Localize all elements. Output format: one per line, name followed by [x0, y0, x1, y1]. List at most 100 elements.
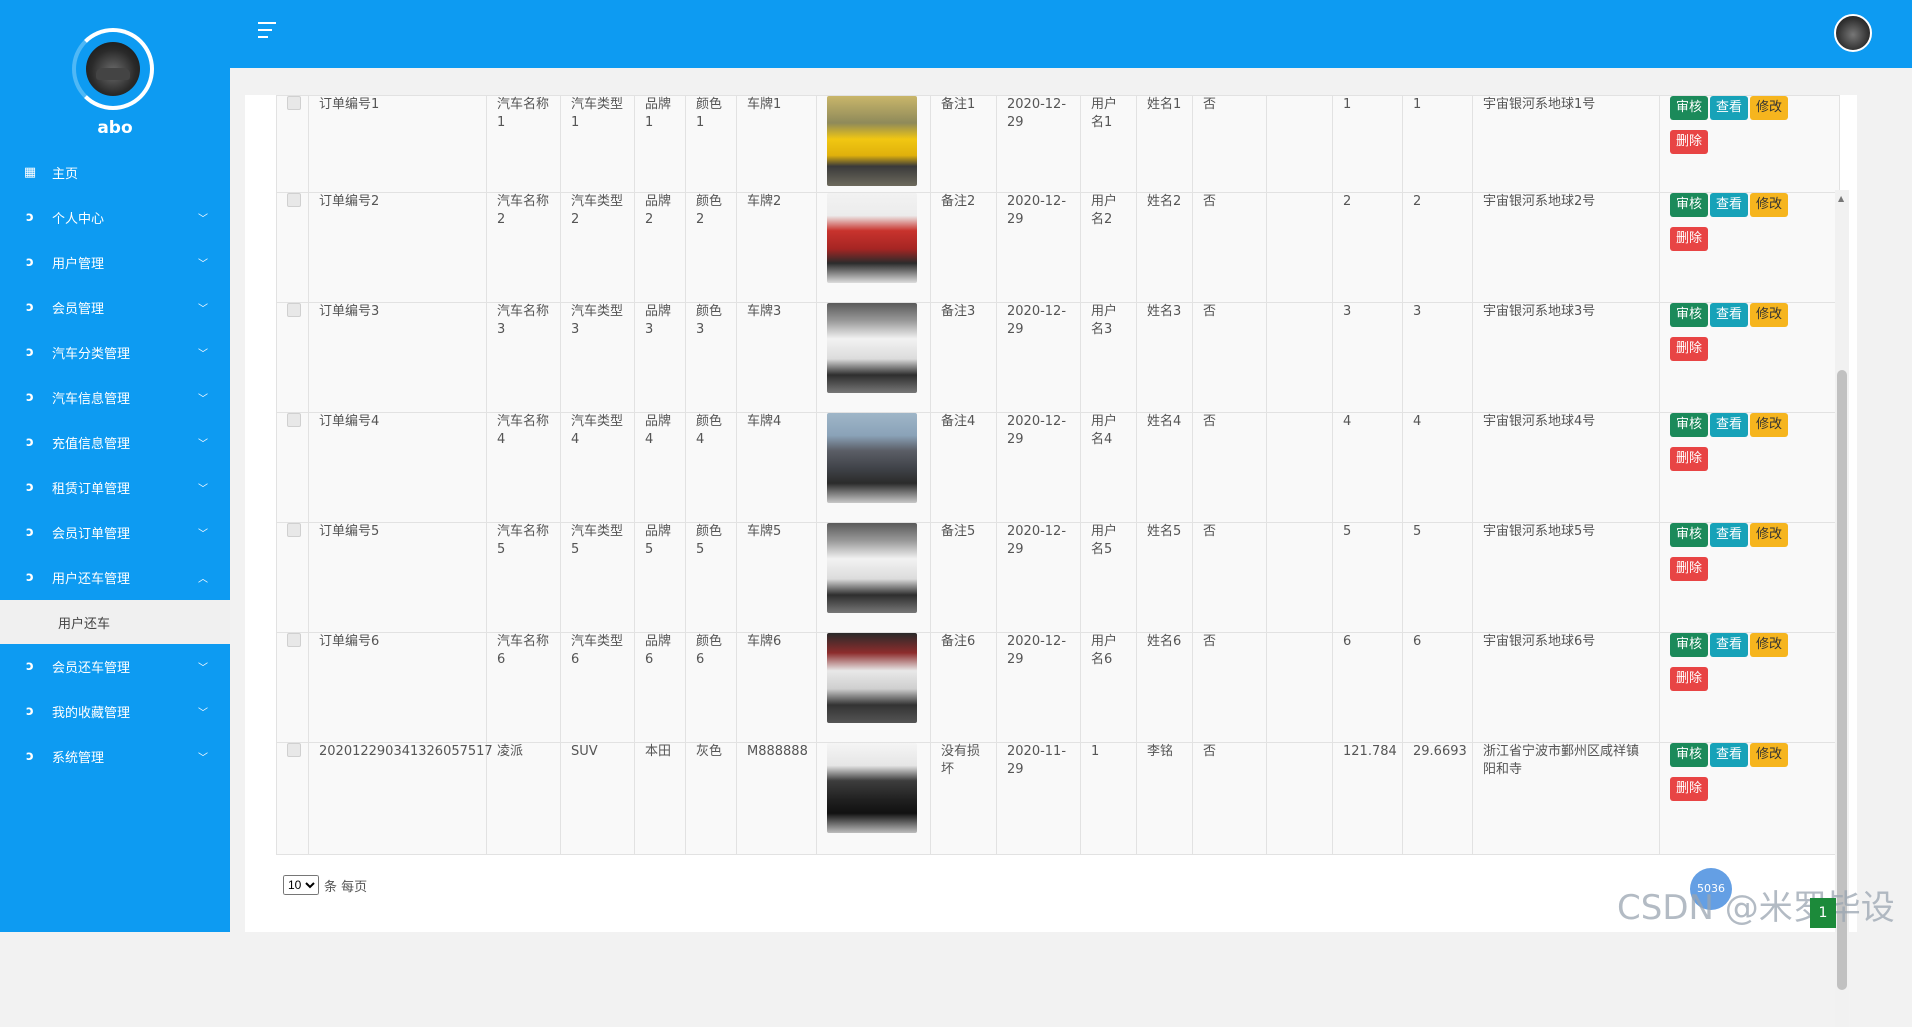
delete-button[interactable]: 删除 [1670, 227, 1709, 251]
car-thumbnail[interactable] [827, 633, 917, 723]
sidebar-item-8[interactable]: ↄ 会员订单管理 ﹀ [0, 510, 230, 555]
car-thumbnail[interactable] [827, 303, 917, 393]
cell-text: 汽车类型6 [571, 634, 624, 667]
cell-text: 备注2 [941, 194, 976, 209]
view-button[interactable]: 查看 [1710, 633, 1749, 657]
cell-brand: 本田 [634, 742, 686, 855]
edit-button[interactable]: 修改 [1750, 633, 1789, 657]
content-panel: 订单编号1 汽车名称1 汽车类型1 品牌1 颜色1 车牌1 备注1 2020-12-29 用户名… [245, 95, 1857, 1027]
row-checkbox[interactable] [287, 523, 301, 537]
audit-button[interactable]: 审核 [1670, 743, 1709, 767]
sidebar-item-4[interactable]: ↄ 汽车分类管理 ﹀ [0, 330, 230, 375]
view-button[interactable]: 查看 [1710, 523, 1749, 547]
sidebar-item-2[interactable]: ↄ 用户管理 ﹀ [0, 240, 230, 285]
actions-cell: 审核 查看 修改删除 [1659, 742, 1840, 855]
menu-toggle-icon[interactable] [258, 22, 278, 40]
audit-button[interactable]: 审核 [1670, 303, 1709, 327]
row-checkbox[interactable] [287, 633, 301, 647]
cell-remark: 备注1 [930, 95, 997, 193]
row-checkbox[interactable] [287, 413, 301, 427]
sidebar-item-3[interactable]: ↄ 会员管理 ﹀ [0, 285, 230, 330]
cell-v2: 2 [1402, 192, 1473, 303]
cell-text: 姓名2 [1147, 194, 1182, 209]
car-thumbnail[interactable] [827, 413, 917, 503]
car-thumbnail[interactable] [827, 523, 917, 613]
row-checkbox[interactable] [287, 96, 301, 110]
row-checkbox[interactable] [287, 193, 301, 207]
cell-order: 202012290341326057517 [308, 742, 493, 855]
delete-button[interactable]: 删除 [1670, 447, 1709, 471]
sidebar-item-5[interactable]: ↄ 汽车信息管理 ﹀ [0, 375, 230, 420]
scroll-up-icon[interactable]: ▲ [1838, 194, 1844, 203]
car-thumbnail[interactable] [827, 193, 917, 283]
cell-addr: 宇宙银河系地球1号 [1472, 95, 1660, 193]
audit-button[interactable]: 审核 [1670, 193, 1709, 217]
audit-button[interactable]: 审核 [1670, 523, 1709, 547]
page-size-select[interactable]: 10 [283, 875, 319, 895]
cell-text: 2020-12-29 [1007, 304, 1067, 337]
sidebar-item-1[interactable]: ↄ 个人中心 ﹀ [0, 195, 230, 240]
cell-text: 5 [1343, 524, 1352, 539]
cell-text: 备注4 [941, 414, 976, 429]
edit-button[interactable]: 修改 [1750, 413, 1789, 437]
view-button[interactable]: 查看 [1710, 193, 1749, 217]
cell-flag: 否 [1192, 412, 1267, 523]
cell-date: 2020-12-29 [996, 522, 1081, 633]
edit-button[interactable]: 修改 [1750, 303, 1789, 327]
sidebar-item-6[interactable]: ↄ 充值信息管理 ﹀ [0, 420, 230, 465]
cell-text: 颜色6 [696, 634, 723, 667]
delete-button[interactable]: 删除 [1670, 557, 1709, 581]
sidebar-item-11[interactable]: ↄ 我的收藏管理 ﹀ [0, 689, 230, 734]
delete-button[interactable]: 删除 [1670, 777, 1709, 801]
cell-v1: 6 [1332, 632, 1403, 743]
sidebar-item-label: 会员订单管理 [52, 527, 131, 542]
cell-text: 备注5 [941, 524, 976, 539]
sidebar-item-0[interactable]: ▦ 主页 [0, 150, 230, 195]
sidebar-item-10[interactable]: ↄ 会员还车管理 ﹀ [0, 644, 230, 689]
cell-addr: 宇宙银河系地球3号 [1472, 302, 1660, 413]
cell-type: SUV [560, 742, 635, 855]
cell-user: 用户名1 [1080, 95, 1137, 193]
view-button[interactable]: 查看 [1710, 743, 1749, 767]
edit-button[interactable]: 修改 [1750, 193, 1789, 217]
row-checkbox[interactable] [287, 743, 301, 757]
view-button[interactable]: 查看 [1710, 96, 1749, 120]
cell-user: 1 [1080, 742, 1137, 855]
sidebar-item-12[interactable]: ↄ 系统管理 ﹀ [0, 734, 230, 779]
row-checkbox[interactable] [287, 303, 301, 317]
edit-button[interactable]: 修改 [1750, 96, 1789, 120]
cell-type: 汽车类型5 [560, 522, 635, 633]
sidebar-item-9[interactable]: ↄ 用户还车管理 ︿ [0, 555, 230, 600]
cell-order: 订单编号1 [308, 95, 487, 193]
edit-button[interactable]: 修改 [1750, 743, 1789, 767]
audit-button[interactable]: 审核 [1670, 413, 1709, 437]
stethoscope-icon: ↄ [26, 525, 34, 540]
audit-button[interactable]: 审核 [1670, 96, 1709, 120]
car-image-cell [816, 522, 931, 633]
cell-text: 颜色5 [696, 524, 723, 557]
car-thumbnail[interactable] [827, 743, 917, 833]
page-badge[interactable]: 1 [1810, 898, 1836, 928]
cell-text: 车牌6 [747, 634, 782, 649]
delete-button[interactable]: 删除 [1670, 667, 1709, 691]
car-thumbnail[interactable] [827, 96, 917, 186]
cell-flag: 否 [1192, 742, 1267, 855]
delete-button[interactable]: 删除 [1670, 337, 1709, 361]
cell-color: 颜色4 [685, 412, 737, 523]
audit-button[interactable]: 审核 [1670, 633, 1709, 657]
user-avatar[interactable] [1834, 14, 1872, 52]
avatar[interactable] [72, 28, 154, 110]
cell-text: 3 [1413, 304, 1422, 319]
view-button[interactable]: 查看 [1710, 303, 1749, 327]
cell-text: 否 [1203, 634, 1217, 649]
view-button[interactable]: 查看 [1710, 413, 1749, 437]
edit-button[interactable]: 修改 [1750, 523, 1789, 547]
cell-date: 2020-12-29 [996, 632, 1081, 743]
chevron-down-icon: ﹀ [198, 439, 208, 450]
sidebar-item-7[interactable]: ↄ 租赁订单管理 ﹀ [0, 465, 230, 510]
sidebar-subitem-return[interactable]: 用户还车 [0, 600, 230, 644]
cell-text: 汽车类型1 [571, 97, 624, 130]
sidebar-item-label: 会员还车管理 [52, 661, 131, 676]
delete-button[interactable]: 删除 [1670, 130, 1709, 154]
table-row: 订单编号6 汽车名称6 汽车类型6 品牌6 颜色6 车牌6 备注6 2020-12-29 用户名… [276, 632, 1840, 743]
